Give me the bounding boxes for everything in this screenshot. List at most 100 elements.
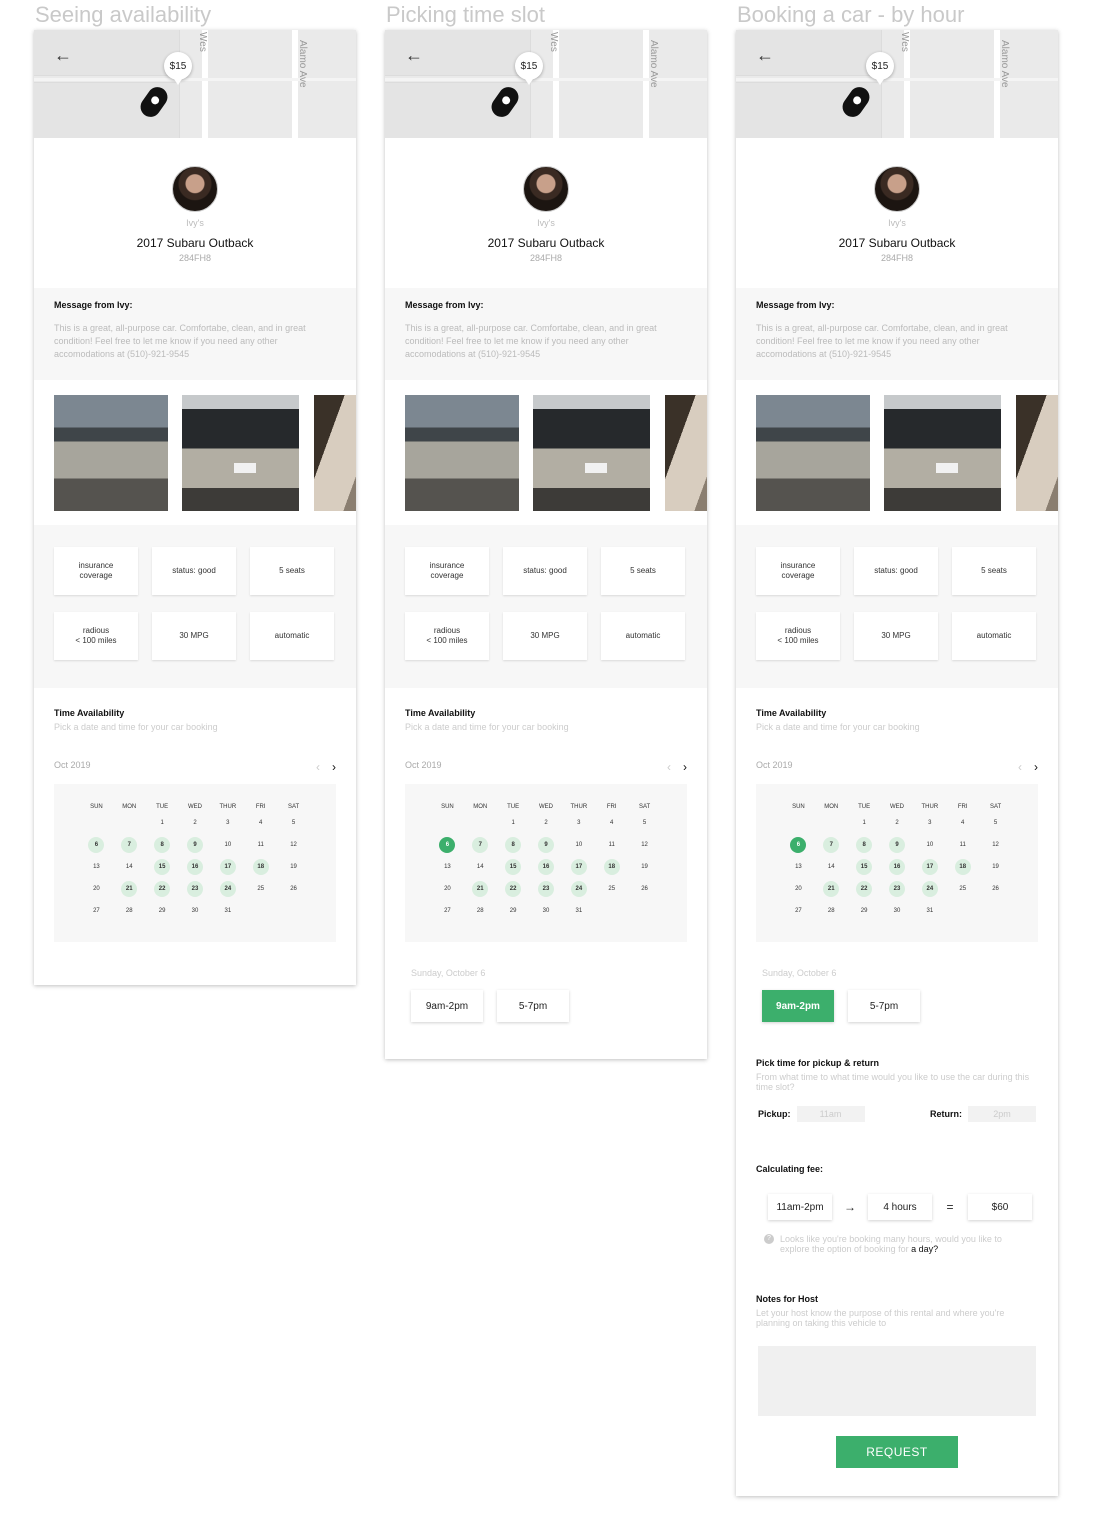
calendar-cell: 8: [848, 837, 881, 853]
calendar-day[interactable]: 9: [888, 837, 905, 853]
feature-card: insurance coverage: [54, 547, 138, 595]
notes-input[interactable]: [758, 1346, 1036, 1416]
car-photo[interactable]: [405, 395, 519, 511]
calendar-day[interactable]: 18: [252, 859, 269, 875]
photo-carousel[interactable]: [736, 380, 1058, 525]
avatar[interactable]: [172, 166, 218, 212]
time-slot-button[interactable]: 9am-2pm: [762, 990, 834, 1022]
calendar-day[interactable]: 17: [219, 859, 236, 875]
avatar[interactable]: [874, 166, 920, 212]
calendar-cell: 25: [244, 881, 277, 897]
chevron-left-icon[interactable]: ‹: [316, 760, 320, 774]
calendar-day[interactable]: 23: [186, 881, 203, 897]
pickup-input[interactable]: 11am: [796, 1106, 865, 1122]
calendar-day[interactable]: 8: [154, 837, 171, 853]
calendar-day[interactable]: 6: [439, 837, 456, 853]
price-pin[interactable]: $15: [164, 52, 192, 85]
time-slots: 9am-2pm 5-7pm: [736, 978, 1058, 1022]
calendar-day[interactable]: 22: [856, 881, 873, 897]
weekday-label: SAT: [638, 804, 651, 810]
weekday-label: TUE: [156, 804, 169, 810]
price-pin[interactable]: $15: [515, 52, 543, 85]
calendar-day[interactable]: 24: [219, 881, 236, 897]
calendar-cell: 19: [628, 859, 661, 875]
calendar-day[interactable]: 23: [537, 881, 554, 897]
calendar-day[interactable]: 17: [921, 859, 938, 875]
calendar-day[interactable]: 15: [505, 859, 522, 875]
calendar-cell: 15: [848, 859, 881, 875]
calendar-cell: 15: [146, 859, 179, 875]
chevron-left-icon[interactable]: ‹: [1018, 760, 1022, 774]
calendar-day[interactable]: 7: [121, 837, 138, 853]
calendar-day[interactable]: 9: [186, 837, 203, 853]
calendar-day[interactable]: 21: [121, 881, 138, 897]
car-photo[interactable]: [756, 395, 870, 511]
car-photo[interactable]: [182, 395, 299, 511]
back-arrow-icon[interactable]: ←: [405, 46, 423, 64]
map[interactable]: Wes Alamo Ave ← $15: [385, 30, 707, 138]
calendar-day[interactable]: 15: [154, 859, 171, 875]
car-photo[interactable]: [54, 395, 168, 511]
street-label: Alamo Ave: [648, 40, 659, 88]
calendar-day[interactable]: 7: [472, 837, 489, 853]
chevron-right-icon[interactable]: ›: [332, 760, 336, 774]
car-photo[interactable]: [665, 395, 707, 511]
car-photo[interactable]: [314, 395, 356, 511]
calendar-day[interactable]: 24: [570, 881, 587, 897]
chevron-right-icon[interactable]: ›: [1034, 760, 1038, 774]
map[interactable]: Wes Alamo Ave ← $15: [34, 30, 356, 138]
street-label: Alamo Ave: [999, 40, 1010, 88]
time-slot-button[interactable]: 5-7pm: [848, 990, 920, 1022]
car-photo[interactable]: [1016, 395, 1058, 511]
calendar-cell: 26: [277, 881, 310, 897]
weekday-label: THUR: [921, 804, 939, 810]
calendar-day[interactable]: 16: [888, 859, 905, 875]
calendar-day[interactable]: 24: [921, 881, 938, 897]
pickup-label: Pickup:: [758, 1109, 791, 1119]
car-photo[interactable]: [533, 395, 650, 511]
calendar-cell: 23: [530, 881, 563, 897]
calendar-day[interactable]: 18: [954, 859, 971, 875]
photo-carousel[interactable]: [34, 380, 356, 525]
calendar-day[interactable]: 17: [570, 859, 587, 875]
calendar-week: 13 14 15 16 17 18 19: [782, 858, 1012, 876]
calendar-day[interactable]: 21: [472, 881, 489, 897]
calendar-cell: 31: [562, 903, 595, 919]
calendar-day[interactable]: 15: [856, 859, 873, 875]
calendar-day[interactable]: 7: [823, 837, 840, 853]
calendar-day[interactable]: 9: [537, 837, 554, 853]
calendar-day[interactable]: 18: [603, 859, 620, 875]
car-photo[interactable]: [884, 395, 1001, 511]
calendar-day[interactable]: 6: [88, 837, 105, 853]
street-label: Wes: [197, 32, 208, 52]
avatar[interactable]: [523, 166, 569, 212]
calendar-day[interactable]: 8: [505, 837, 522, 853]
calendar-weekdays: SUN MON TUE WED THUR FRI SAT: [431, 804, 661, 810]
request-button[interactable]: REQUEST: [836, 1436, 958, 1468]
calendar-day[interactable]: 21: [823, 881, 840, 897]
book-a-day-link[interactable]: a day?: [911, 1244, 938, 1254]
photo-carousel[interactable]: [385, 380, 707, 525]
return-input[interactable]: 2pm: [968, 1106, 1036, 1122]
calendar-week: 1 2 3 4 5: [80, 814, 310, 832]
chevron-left-icon[interactable]: ‹: [667, 760, 671, 774]
back-arrow-icon[interactable]: ←: [756, 46, 774, 64]
calendar-day[interactable]: 22: [154, 881, 171, 897]
calendar-day[interactable]: 8: [856, 837, 873, 853]
calendar-day[interactable]: 6: [790, 837, 807, 853]
calendar-cell: 26: [979, 881, 1012, 897]
calendar-cell: 6: [431, 837, 464, 853]
calendar-day[interactable]: 23: [888, 881, 905, 897]
calendar-cell: 1: [497, 815, 530, 831]
street-label: Alamo Ave: [297, 40, 308, 88]
calendar-day[interactable]: 22: [505, 881, 522, 897]
calendar-day[interactable]: 16: [186, 859, 203, 875]
map[interactable]: Wes Alamo Ave ← $15: [736, 30, 1058, 138]
back-arrow-icon[interactable]: ←: [54, 46, 72, 64]
time-slot-button[interactable]: 9am-2pm: [411, 990, 483, 1022]
time-slot-button[interactable]: 5-7pm: [497, 990, 569, 1022]
calendar-day[interactable]: 16: [537, 859, 554, 875]
chevron-right-icon[interactable]: ›: [683, 760, 687, 774]
price-pin[interactable]: $15: [866, 52, 894, 85]
calendar-cell: 17: [211, 859, 244, 875]
